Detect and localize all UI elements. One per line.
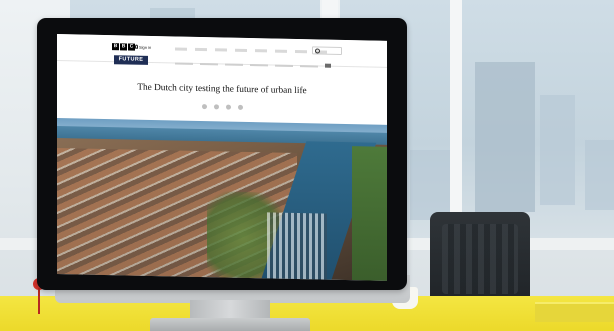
subnav-item[interactable] xyxy=(300,65,318,68)
article-category[interactable] xyxy=(57,74,387,81)
subnav-item[interactable] xyxy=(200,62,218,66)
subnav-item[interactable] xyxy=(175,62,193,65)
future-section-badge[interactable]: FUTURE xyxy=(114,55,148,65)
skyline-building xyxy=(540,95,575,205)
office-photo: B B C Sign in FUTURE The Dutch city test… xyxy=(0,0,614,331)
article-headline: The Dutch city testing the future of urb… xyxy=(137,82,307,97)
subnav-item[interactable] xyxy=(225,63,243,66)
logo-block: B xyxy=(112,43,119,51)
nav-item[interactable] xyxy=(195,47,207,52)
nav-item[interactable] xyxy=(275,49,287,53)
sign-in-link[interactable]: Sign in xyxy=(139,45,151,50)
monitor-stand-foot xyxy=(150,318,310,331)
share-icon[interactable] xyxy=(201,104,207,110)
hero-floating-homes xyxy=(267,212,327,281)
flag-icon xyxy=(325,63,331,68)
subnav-item[interactable] xyxy=(275,64,293,67)
bbc-logo[interactable]: B B C xyxy=(112,43,135,51)
hero-image xyxy=(57,118,387,281)
nav-item[interactable] xyxy=(215,48,227,52)
nav-item[interactable] xyxy=(175,47,187,51)
share-icon[interactable] xyxy=(237,104,243,110)
skyline-tower xyxy=(475,62,535,212)
skyline-building xyxy=(585,140,614,210)
logo-block: C xyxy=(128,43,135,51)
monitor-screen: B B C Sign in FUTURE The Dutch city test… xyxy=(57,34,387,281)
nav-item[interactable] xyxy=(235,48,247,52)
office-chair-back xyxy=(442,224,518,294)
logo-block: B xyxy=(120,43,127,51)
share-icon[interactable] xyxy=(213,104,219,110)
share-buttons xyxy=(57,101,387,113)
nav-item[interactable] xyxy=(255,49,267,53)
paper-stack xyxy=(535,302,614,322)
hero-green-bank xyxy=(352,146,387,281)
push-pin-stem xyxy=(38,288,40,314)
user-icon xyxy=(135,44,138,49)
search-icon[interactable] xyxy=(315,48,320,54)
subnav-item[interactable] xyxy=(250,64,268,67)
share-icon[interactable] xyxy=(225,104,231,110)
skyline-building xyxy=(410,150,450,220)
nav-item[interactable] xyxy=(295,49,307,54)
